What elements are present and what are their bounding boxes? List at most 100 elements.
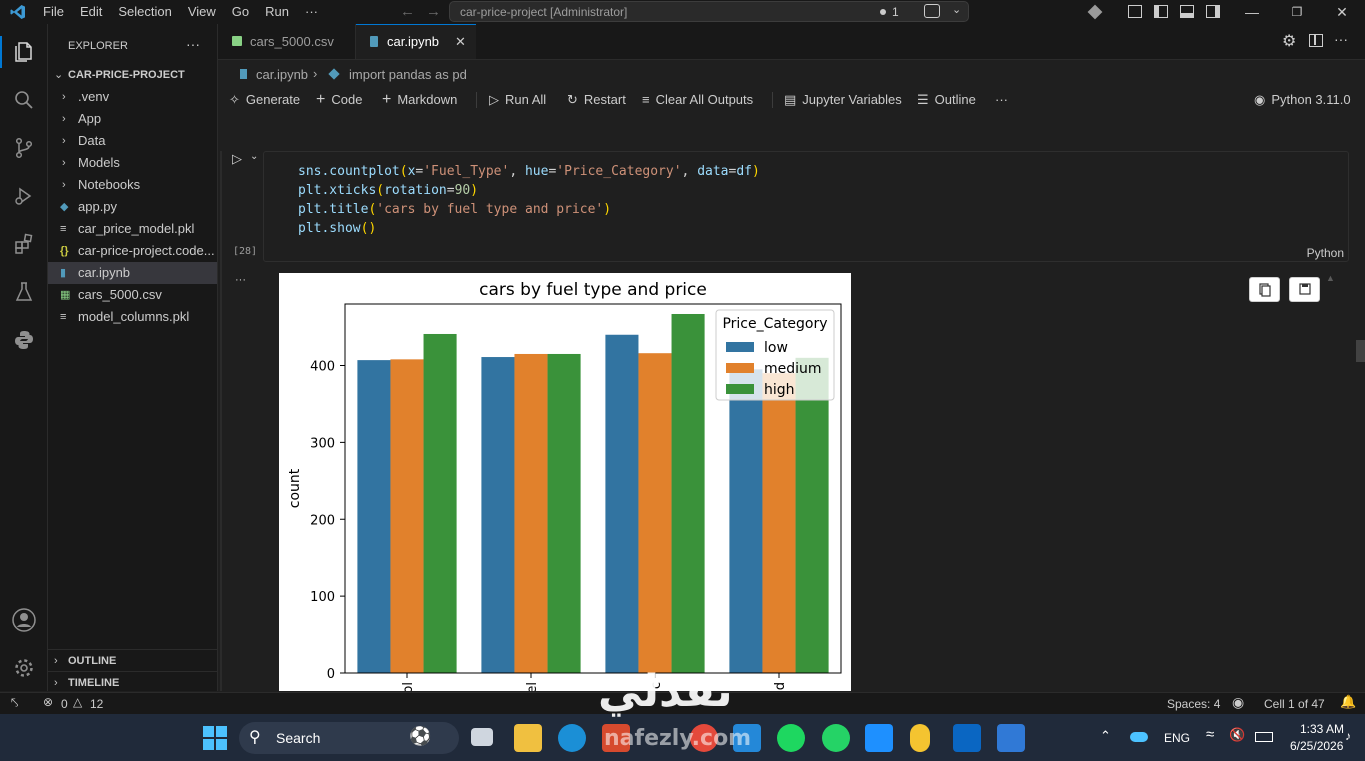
explorer-item[interactable]: ≡ model_columns.pkl [48, 306, 217, 328]
close-tab-icon[interactable]: ✕ [455, 24, 466, 59]
add-markdown-cell-button[interactable]: + Markdown [382, 88, 457, 112]
battery-icon[interactable] [1255, 732, 1273, 742]
menu-file[interactable]: File [35, 0, 72, 24]
explorer-item[interactable]: ≡ car_price_model.pkl [48, 218, 217, 240]
kernel-picker[interactable]: ◉ Python 3.11.0 [1254, 88, 1351, 112]
tab-cars-csv[interactable]: cars_5000.csv [218, 24, 356, 59]
settings-gear-icon[interactable] [8, 652, 40, 684]
errors-icon[interactable]: ⊗ [43, 695, 53, 709]
explorer-item[interactable]: › Notebooks [48, 174, 217, 196]
system-tray-chevron-icon[interactable]: ⌃ [1100, 728, 1111, 744]
menu-go[interactable]: Go [224, 0, 257, 24]
explorer-item[interactable]: ▮ car.ipynb [48, 262, 217, 284]
notification-center-bell-icon[interactable]: ♪ [1345, 729, 1351, 743]
copilot-status-icon[interactable]: ◉ [1232, 694, 1244, 711]
errors-count[interactable]: 0 [61, 697, 68, 711]
account-icon[interactable] [8, 604, 40, 636]
forward-arrow-icon[interactable]: → [426, 3, 441, 20]
indentation-status[interactable]: Spaces: 4 [1167, 697, 1220, 711]
tab-car-ipynb[interactable]: car.ipynb ✕ [356, 24, 476, 59]
wifi-icon[interactable]: ≈ [1206, 726, 1214, 743]
breadcrumb-file[interactable]: car.ipynb [256, 67, 308, 82]
menu-view[interactable]: View [180, 0, 224, 24]
toggle-panel-icon[interactable] [1180, 5, 1194, 18]
project-folder[interactable]: ⌄ CAR-PRICE-PROJECT [48, 64, 217, 86]
toolbar-more-button[interactable]: ··· [995, 88, 1008, 112]
close-window-button[interactable]: ✕ [1322, 0, 1362, 24]
outline-button[interactable]: ☰ Outline [917, 88, 976, 112]
explorer-item[interactable]: › Data [48, 130, 217, 152]
breadcrumb-symbol[interactable]: import pandas as pd [349, 67, 467, 82]
volume-muted-icon[interactable]: 🔇 [1229, 727, 1245, 743]
remote-icon[interactable]: ⤣ [11, 695, 18, 711]
toggle-secondary-sidebar-icon[interactable] [1206, 5, 1220, 18]
output-more-icon[interactable]: ··· [235, 274, 246, 286]
testing-flask-icon[interactable] [8, 276, 40, 308]
linkedin-icon[interactable] [953, 724, 981, 752]
explorer-item[interactable]: › .venv [48, 86, 217, 108]
warnings-icon[interactable]: △ [73, 695, 82, 709]
clock-time[interactable]: 1:33 AM [1300, 722, 1344, 736]
generate-button[interactable]: ✧ Generate [229, 88, 300, 112]
scrollbar-thumb[interactable] [1356, 340, 1365, 362]
warnings-count[interactable]: 12 [90, 697, 103, 711]
jupyter-variables-button[interactable]: ▤ Jupyter Variables [784, 88, 902, 112]
notebook-settings-gear-icon[interactable]: ⚙ [1282, 31, 1296, 51]
command-center-search[interactable]: car-price-project [Administrator] 1 [449, 1, 969, 22]
menu-more[interactable]: ··· [297, 0, 326, 24]
run-all-button[interactable]: ▷ Run All [489, 88, 546, 112]
run-cell-icon[interactable]: ▷ [232, 151, 242, 167]
cell-language[interactable]: Python [1307, 246, 1344, 260]
windows-start-icon[interactable] [203, 726, 227, 750]
copy-output-button[interactable] [1249, 277, 1280, 302]
file-explorer-icon[interactable] [514, 724, 542, 752]
explorer-item[interactable]: ◆ app.py [48, 196, 217, 218]
chevron-down-icon[interactable]: ⌄ [952, 3, 961, 16]
add-code-cell-button[interactable]: + Code [316, 88, 362, 112]
cell-position-status[interactable]: Cell 1 of 47 [1264, 697, 1325, 711]
clear-all-outputs-button[interactable]: ≡ Clear All Outputs [642, 88, 753, 112]
input-language[interactable]: ENG [1164, 731, 1190, 745]
menu-selection[interactable]: Selection [110, 0, 179, 24]
restore-button[interactable]: ❐ [1277, 0, 1317, 24]
explorer-item[interactable]: {} car-price-project.code... [48, 240, 217, 262]
split-editor-icon[interactable] [1309, 34, 1323, 47]
explorer-icon[interactable] [8, 36, 40, 68]
explorer-more-icon[interactable]: ··· [186, 36, 200, 52]
search-icon[interactable] [8, 84, 40, 116]
scroll-up-icon[interactable]: ▲ [1326, 273, 1335, 283]
taskbar-search-box[interactable]: ⚲ Search ⚽ [239, 722, 459, 754]
python-icon[interactable] [8, 324, 40, 356]
chat-icon[interactable] [924, 4, 940, 18]
layout-customize-icon[interactable] [1128, 5, 1142, 18]
explorer-item[interactable]: › Models [48, 152, 217, 174]
run-options-chevron-icon[interactable]: ⌄ [250, 151, 258, 162]
toggle-sidebar-icon[interactable] [1154, 5, 1168, 18]
edge-browser-icon[interactable] [558, 724, 586, 752]
timeline-section[interactable]: › TIMELINE [48, 671, 217, 694]
tips-bulb-icon[interactable] [910, 724, 930, 752]
explorer-item[interactable]: ▦ cars_5000.csv [48, 284, 217, 306]
menu-run[interactable]: Run [257, 0, 297, 24]
explorer-item[interactable]: › App [48, 108, 217, 130]
notifications-bell-icon[interactable]: 🔔 [1340, 694, 1356, 710]
restart-button[interactable]: ↻ Restart [567, 88, 626, 112]
clock-date[interactable]: 6/25/2026 [1290, 739, 1343, 753]
back-arrow-icon[interactable]: ← [400, 3, 415, 20]
source-control-icon[interactable] [8, 132, 40, 164]
task-view-icon[interactable] [471, 728, 493, 746]
code-cell[interactable]: sns.countplot(x='Fuel_Type', hue='Price_… [263, 151, 1349, 262]
store-icon[interactable] [865, 724, 893, 752]
editor-more-icon[interactable]: ··· [1334, 31, 1348, 47]
minimize-button[interactable]: — [1232, 0, 1272, 24]
outline-section[interactable]: › OUTLINE [48, 649, 217, 672]
analytics-app-icon[interactable] [997, 724, 1025, 752]
whatsapp-icon[interactable] [822, 724, 850, 752]
run-debug-icon[interactable] [8, 180, 40, 212]
copilot-icon[interactable] [1087, 4, 1103, 20]
save-output-button[interactable] [1289, 277, 1320, 302]
extensions-icon[interactable] [8, 228, 40, 260]
menu-edit[interactable]: Edit [72, 0, 110, 24]
onedrive-cloud-icon[interactable] [1130, 732, 1148, 742]
spotify-icon[interactable] [777, 724, 805, 752]
